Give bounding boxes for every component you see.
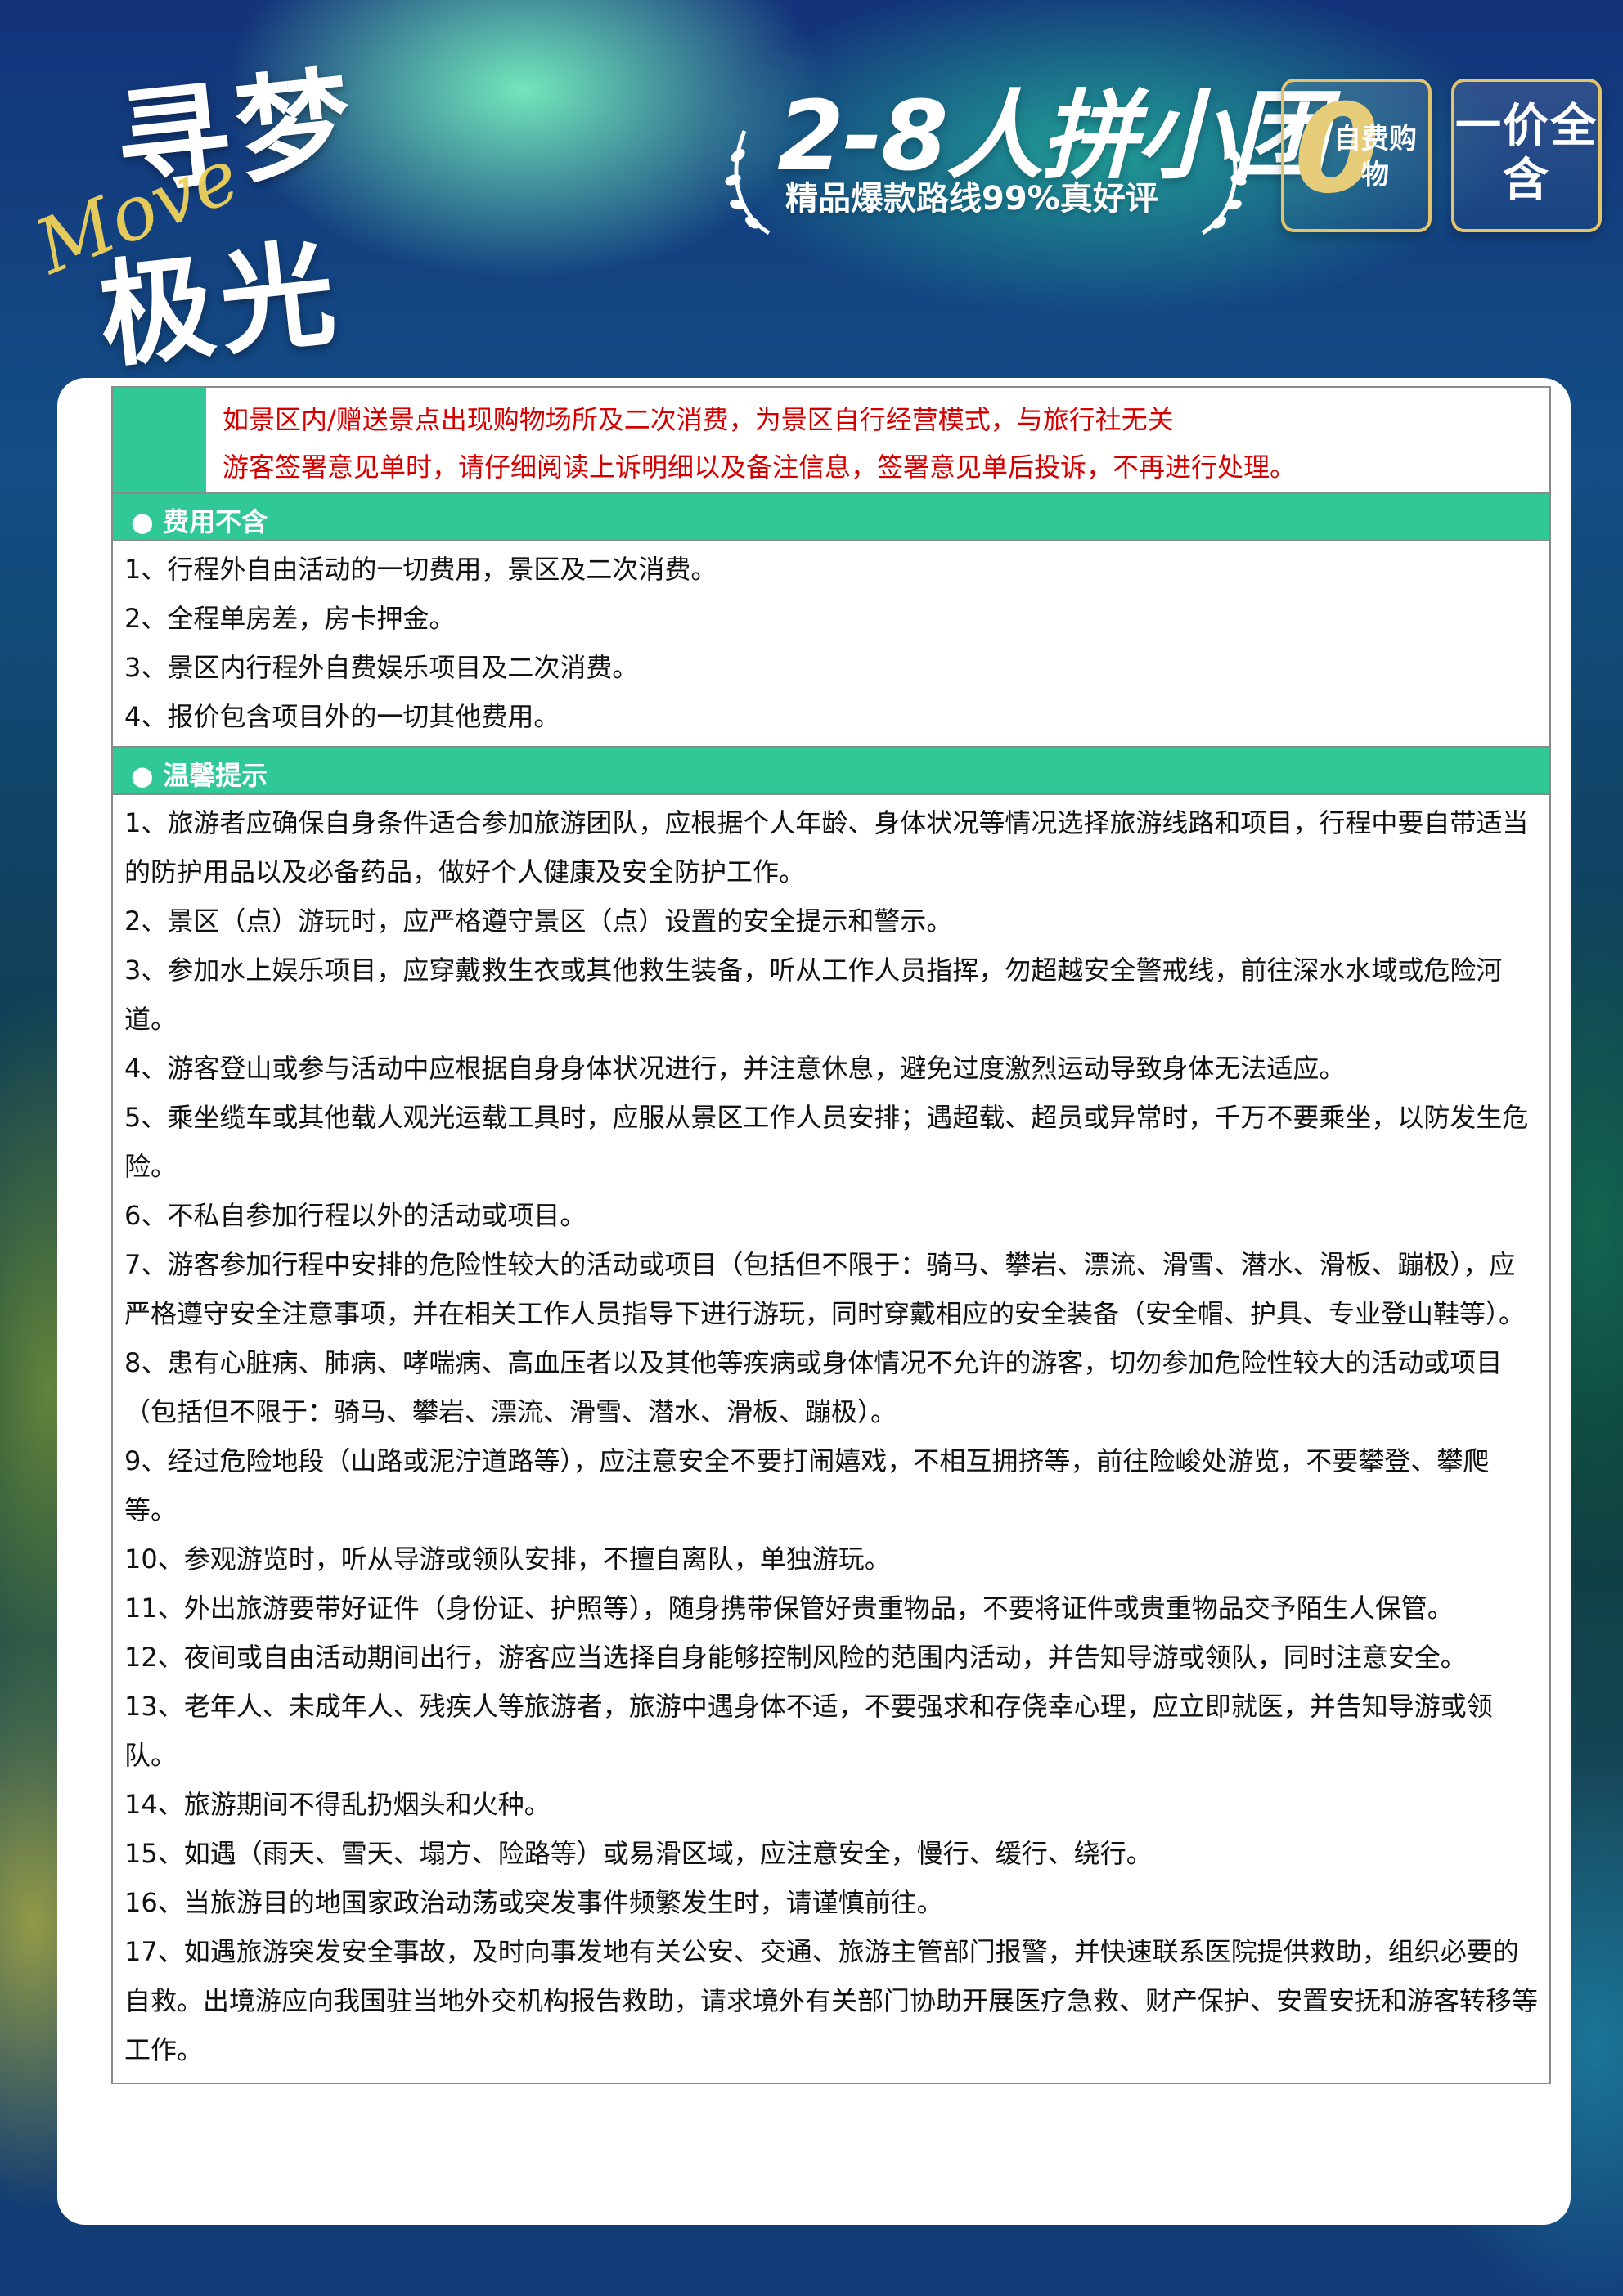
list-item: 11、外出旅游要带好证件（身份证、护照等），随身携带保管好贵重物品，不要将证件或… [124, 1593, 1454, 1624]
list-item: 8、患有心脏病、肺病、哮喘病、高血压者以及其他等疾病或身体情况不允许的游客，切勿… [124, 1347, 1503, 1427]
tips-title: ● 温馨提示 [131, 760, 268, 791]
content-card: 如景区内/赠送景点出现购物场所及二次消费，为景区自行经营模式，与旅行社无关 游客… [57, 378, 1571, 2225]
list-item: 3、景区内行程外自费娱乐项目及二次消费。 [124, 652, 639, 683]
badge-self-shopping-text: 自费购物 [1333, 123, 1417, 191]
list-item: 17、如遇旅游突发安全事故，及时向事发地有关公安、交通、旅游主管部门报警，并快速… [124, 1936, 1539, 2065]
small-group-banner: 2-8人拼小团 精品爆款路线99%真好评 [720, 57, 1328, 245]
list-item: 2、景区（点）游玩时，应严格遵守景区（点）设置的安全提示和警示。 [124, 905, 953, 937]
zero-self-shopping-badge: 0 自费购物 [1281, 79, 1432, 232]
list-item: 4、报价包含项目外的一切其他费用。 [124, 701, 560, 732]
laurel-left-icon [725, 130, 771, 236]
group-subtitle: 精品爆款路线99%真好评 [785, 180, 1158, 218]
laurel-right-icon [1201, 130, 1247, 236]
info-table: 如景区内/赠送景点出现购物场所及二次消费，为景区自行经营模式，与旅行社无关 游客… [111, 386, 1551, 2084]
tips-header: ● 温馨提示 [113, 748, 1549, 795]
list-item: 9、经过危险地段（山路或泥泞道路等），应注意安全不要打闹嬉戏，不相互拥挤等，前往… [124, 1445, 1490, 1525]
list-item: 2、全程单房差，房卡押金。 [124, 603, 456, 634]
list-item: 16、当旅游目的地国家政治动荡或突发事件频繁发生时，请谨慎前往。 [124, 1887, 943, 1918]
list-item: 1、旅游者应确保自身条件适合参加旅游团队，应根据个人年龄、身体状况等情况选择旅游… [124, 807, 1529, 887]
fees-excluded-title: ● 费用不含 [131, 506, 268, 537]
list-item: 10、参观游览时，听从导游或领队安排，不擅自离队，单独游玩。 [124, 1543, 891, 1575]
notice-line-1: 如景区内/赠送景点出现购物场所及二次消费，为景区自行经营模式，与旅行社无关 [223, 404, 1174, 435]
list-item: 3、参加水上娱乐项目，应穿戴救生衣或其他救生装备，听从工作人员指挥，勿超越安全警… [124, 955, 1503, 1035]
list-item: 14、旅游期间不得乱扔烟头和火种。 [124, 1789, 551, 1820]
notice-label-cell [113, 388, 206, 492]
list-item: 7、游客参加行程中安排的危险性较大的活动或项目（包括但不限于：骑马、攀岩、漂流、… [124, 1249, 1526, 1329]
list-item: 4、游客登山或参与活动中应根据自身身体状况进行，并注意休息，避免过度激烈运动导致… [124, 1053, 1346, 1084]
notice-line-2: 游客签署意见单时，请仔细阅读上诉明细以及备注信息，签署意见单后投诉，不再进行处理… [223, 452, 1297, 483]
list-item: 5、乘坐缆车或其他载人观光运载工具时，应服从景区工作人员安排；遇超载、超员或异常… [124, 1102, 1529, 1182]
fees-excluded-list: 1、行程外自由活动的一切费用，景区及二次消费。 2、全程单房差，房卡押金。 3、… [113, 541, 1549, 748]
list-item: 6、不私自参加行程以外的活动或项目。 [124, 1200, 587, 1231]
list-item: 12、夜间或自由活动期间出行，游客应当选择自身能够控制风险的范围内活动，并告知导… [124, 1642, 1467, 1673]
badge-all-inclusive-text: 一价全含 [1455, 100, 1598, 207]
all-inclusive-badge: 一价全含 [1451, 79, 1602, 232]
fees-excluded-header: ● 费用不含 [113, 494, 1549, 541]
list-item: 1、行程外自由活动的一切费用，景区及二次消费。 [124, 554, 717, 585]
notice-row: 如景区内/赠送景点出现购物场所及二次消费，为景区自行经营模式，与旅行社无关 游客… [113, 388, 1549, 494]
list-item: 13、老年人、未成年人、残疾人等旅游者，旅游中遇身体不适，不要强求和存侥幸心理，… [124, 1691, 1493, 1771]
header-banner: 寻梦 极光 Move 2-8人拼小团 精品爆款路线99%真好评 0 自费购物 一… [0, 0, 1623, 384]
tips-list: 1、旅游者应确保自身条件适合参加旅游团队，应根据个人年龄、身体状况等情况选择旅游… [113, 795, 1549, 2083]
list-item: 15、如遇（雨天、雪天、塌方、险路等）或易滑区域，应注意安全，慢行、缓行、绕行。 [124, 1838, 1153, 1869]
